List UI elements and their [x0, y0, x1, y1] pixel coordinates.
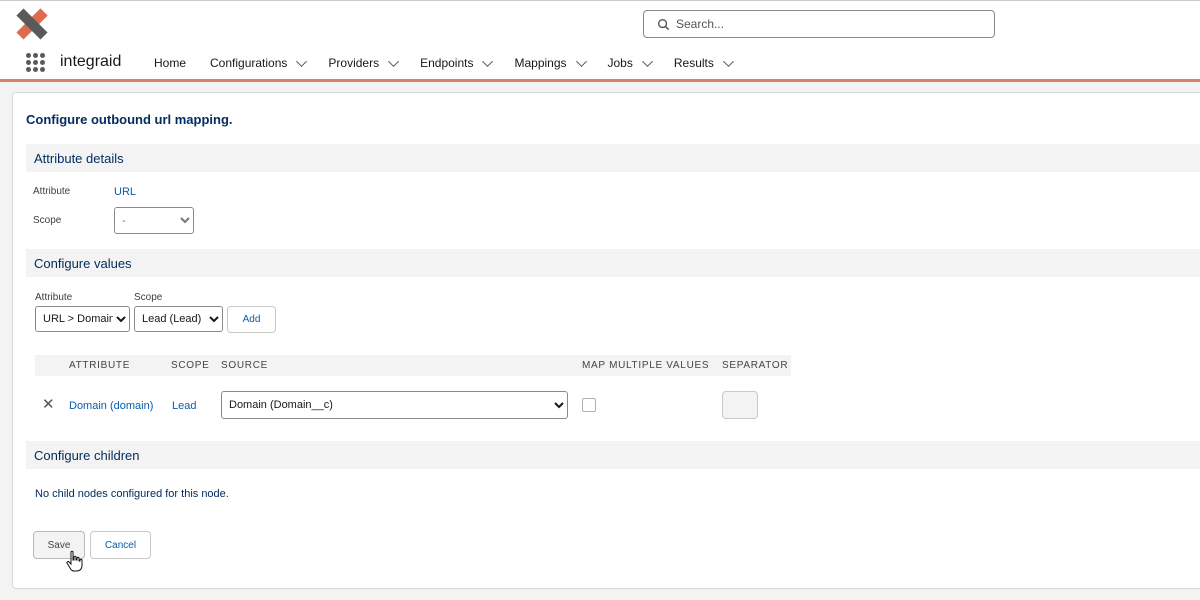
source-select[interactable]: Domain (Domain__c): [221, 391, 568, 419]
nav-configurations-label: Configurations: [210, 56, 288, 70]
app-name: integraid: [60, 53, 122, 70]
search-icon: [657, 18, 670, 30]
app-logo[interactable]: [14, 6, 50, 42]
map-multiple-checkbox[interactable]: [582, 398, 596, 412]
value-scope-select[interactable]: Lead (Lead): [134, 306, 223, 332]
scope-label: Scope: [33, 215, 62, 226]
separator-input[interactable]: [722, 391, 758, 419]
nav-endpoints-label: Endpoints: [420, 56, 474, 70]
nav-home-label: Home: [154, 56, 187, 70]
row-scope[interactable]: Lead: [172, 400, 196, 412]
scope-select[interactable]: -: [114, 207, 194, 234]
main-nav: Home Configurations Providers Endpoints …: [154, 55, 734, 70]
section-configure-children: Configure children: [26, 441, 1200, 469]
nav-home[interactable]: Home: [154, 56, 186, 70]
chevron-down-icon[interactable]: [722, 55, 734, 67]
attribute-label: Attribute: [33, 186, 71, 197]
hand-cursor-icon: [66, 550, 83, 572]
page-title: Configure outbound url mapping.: [26, 112, 233, 127]
nav-providers[interactable]: Providers: [328, 55, 400, 70]
value-attribute-label: Attribute: [35, 292, 73, 303]
no-children-message: No child nodes configured for this node.: [35, 488, 229, 500]
chevron-down-icon[interactable]: [296, 55, 308, 67]
section-configure-values: Configure values: [26, 249, 1200, 277]
value-attribute-select[interactable]: URL > Domain: [35, 306, 130, 332]
chevron-down-icon[interactable]: [482, 55, 494, 67]
nav-mappings[interactable]: Mappings: [514, 55, 587, 70]
section-heading: Configure values: [34, 256, 132, 271]
chevron-down-icon[interactable]: [388, 55, 400, 67]
attribute-value: URL: [114, 186, 137, 198]
nav-jobs-label: Jobs: [607, 56, 633, 70]
row-attribute[interactable]: Domain (domain): [69, 400, 153, 412]
col-source: SOURCE: [221, 360, 268, 371]
table-header: ATTRIBUTE SCOPE SOURCE MAP MULTIPLE VALU…: [35, 355, 791, 376]
global-header: integraid Home Configurations Providers …: [0, 0, 1200, 82]
chevron-down-icon[interactable]: [575, 55, 587, 67]
search-input[interactable]: [676, 17, 976, 31]
col-separator: SEPARATOR: [722, 360, 789, 371]
chevron-down-icon[interactable]: [641, 55, 653, 67]
nav-results-label: Results: [673, 56, 714, 70]
add-button[interactable]: Add: [227, 306, 276, 333]
top-divider: [0, 0, 1200, 1]
nav-jobs[interactable]: Jobs: [607, 55, 653, 70]
global-search[interactable]: [643, 10, 995, 38]
app-launcher-icon[interactable]: [26, 53, 45, 72]
value-scope-label: Scope: [134, 292, 163, 303]
col-attribute: ATTRIBUTE: [69, 360, 131, 371]
remove-row-icon[interactable]: ✕: [42, 397, 55, 412]
cancel-button[interactable]: Cancel: [90, 531, 151, 559]
section-heading: Configure children: [34, 448, 140, 463]
section-attribute-details: Attribute details: [26, 144, 1200, 172]
nav-configurations[interactable]: Configurations: [210, 55, 308, 70]
nav-results[interactable]: Results: [673, 55, 734, 70]
nav-endpoints[interactable]: Endpoints: [420, 55, 494, 70]
nav-providers-label: Providers: [328, 56, 380, 70]
nav-mappings-label: Mappings: [514, 56, 567, 70]
col-map-multiple: MAP MULTIPLE VALUES: [582, 360, 710, 371]
col-scope: SCOPE: [171, 360, 210, 371]
section-heading: Attribute details: [34, 151, 124, 166]
